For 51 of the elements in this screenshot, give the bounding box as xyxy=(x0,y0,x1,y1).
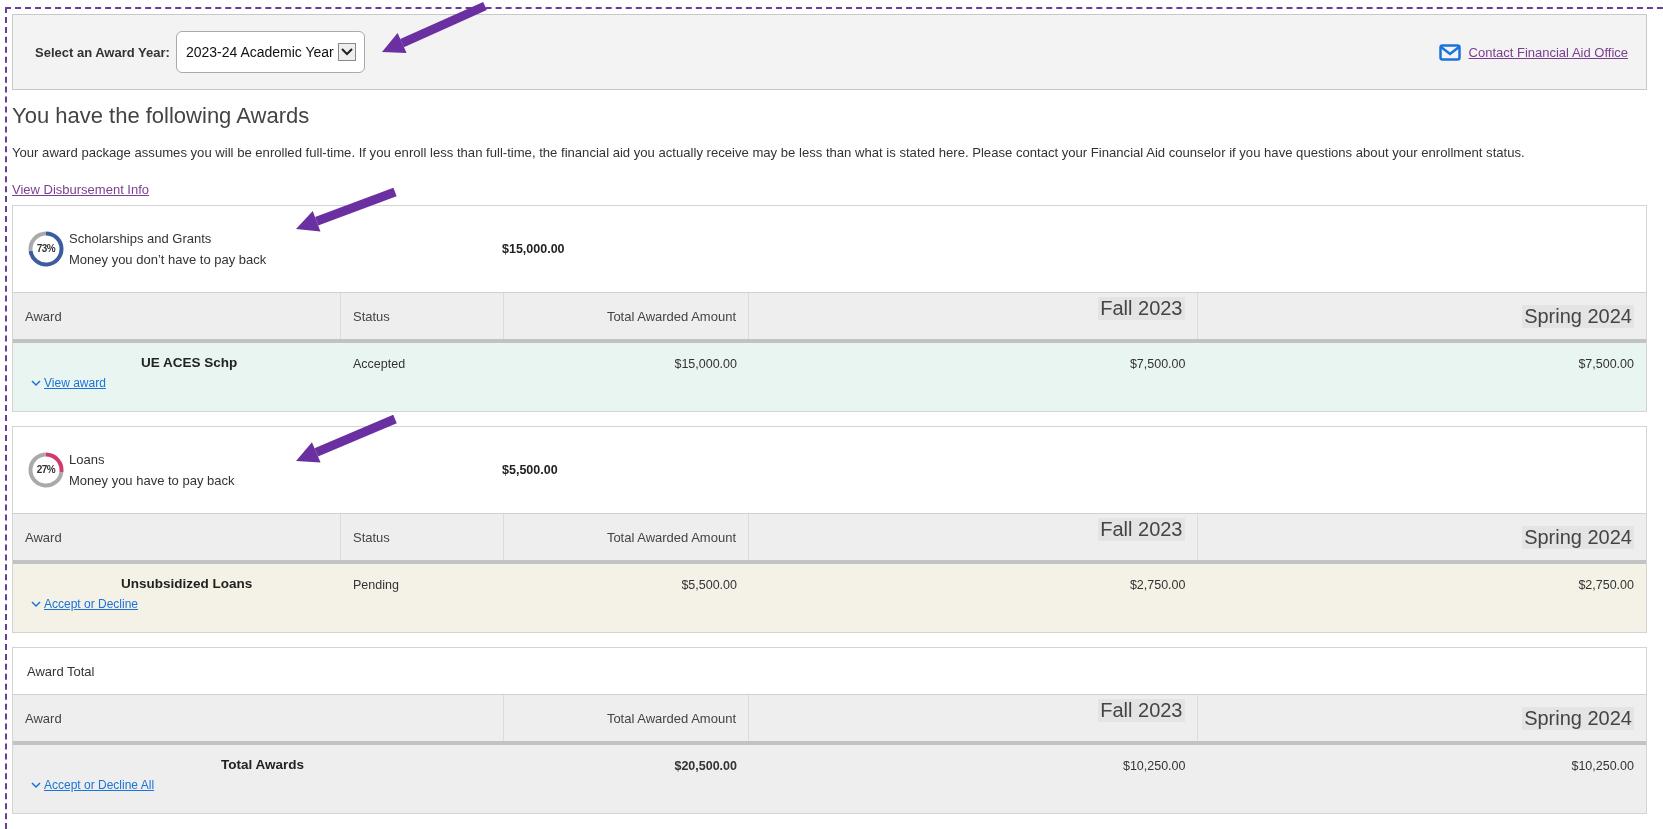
expand-link[interactable]: Accept or Decline xyxy=(31,597,139,611)
award-name: UE ACES Schp xyxy=(141,355,238,370)
column-header: Total Awarded Amount xyxy=(606,308,736,324)
term-header: Spring 2024 xyxy=(1522,706,1634,730)
chevron-icon xyxy=(31,379,41,387)
term-amount: $7,500.00 xyxy=(1578,357,1634,371)
column-header: Award xyxy=(25,710,62,726)
column-header: Total Awarded Amount xyxy=(606,529,736,545)
section-title: Award Total xyxy=(27,663,95,679)
column-header: Total Awarded Amount xyxy=(606,710,736,726)
caret-icon xyxy=(337,43,356,61)
percent-label: 27% xyxy=(36,464,56,476)
category-title: Scholarships and Grants xyxy=(69,231,213,246)
status-text: Accepted xyxy=(353,357,406,371)
total-amount: $15,000.00 xyxy=(674,357,737,371)
term-amount: $10,250.00 xyxy=(1122,759,1186,773)
column-header: Award xyxy=(25,529,62,545)
term-header: Spring 2024 xyxy=(1522,525,1634,549)
chevron-icon xyxy=(31,600,41,608)
total-amount: $20,500.00 xyxy=(674,759,737,773)
category-amount: $15,000.00 xyxy=(502,242,565,256)
term-header: Fall 2023 xyxy=(1098,518,1185,541)
category-subtitle: Money you have to pay back xyxy=(69,473,235,488)
term-amount: $2,750.00 xyxy=(1578,578,1634,592)
term-header: Spring 2024 xyxy=(1522,304,1634,328)
term-amount: $10,250.00 xyxy=(1571,759,1634,773)
status-text: Pending xyxy=(353,578,399,592)
disbursement-link[interactable]: View Disbursement Info xyxy=(12,182,150,197)
column-header: Status xyxy=(353,308,390,324)
award-name: Unsubsidized Loans xyxy=(121,576,253,591)
total-amount: $5,500.00 xyxy=(681,578,737,592)
term-header: Fall 2023 xyxy=(1098,699,1185,722)
expand-link[interactable]: View award xyxy=(31,376,106,390)
percent-label: 73% xyxy=(36,243,56,255)
column-header: Award xyxy=(25,308,62,324)
term-header: Fall 2023 xyxy=(1098,297,1185,320)
column-header: Status xyxy=(353,529,390,545)
mail-icon xyxy=(1438,43,1461,61)
page-heading: You have the following Awards xyxy=(12,103,311,129)
category-amount: $5,500.00 xyxy=(502,463,558,477)
chevron-icon xyxy=(31,781,41,789)
category-subtitle: Money you don’t have to pay back xyxy=(69,252,267,267)
award-name: Total Awards xyxy=(221,757,305,772)
expand-link[interactable]: Accept or Decline All xyxy=(31,778,155,792)
term-amount: $7,500.00 xyxy=(1129,357,1186,371)
notice-text: Your award package assumes you will be enrolled full-time. If you enroll less than full-time, the financial aid you actually receive may be less than what is stated here. Please contact your Financial Aid counselor if you have questions about your enrollment status. xyxy=(12,145,1526,160)
term-amount: $2,750.00 xyxy=(1129,578,1186,592)
year-label: Select an Award Year: xyxy=(35,44,170,60)
category-title: Loans xyxy=(69,452,106,467)
contact-link[interactable]: Contact Financial Aid Office xyxy=(1438,43,1628,61)
year-select[interactable]: 2023-24 Academic Year xyxy=(175,31,365,73)
